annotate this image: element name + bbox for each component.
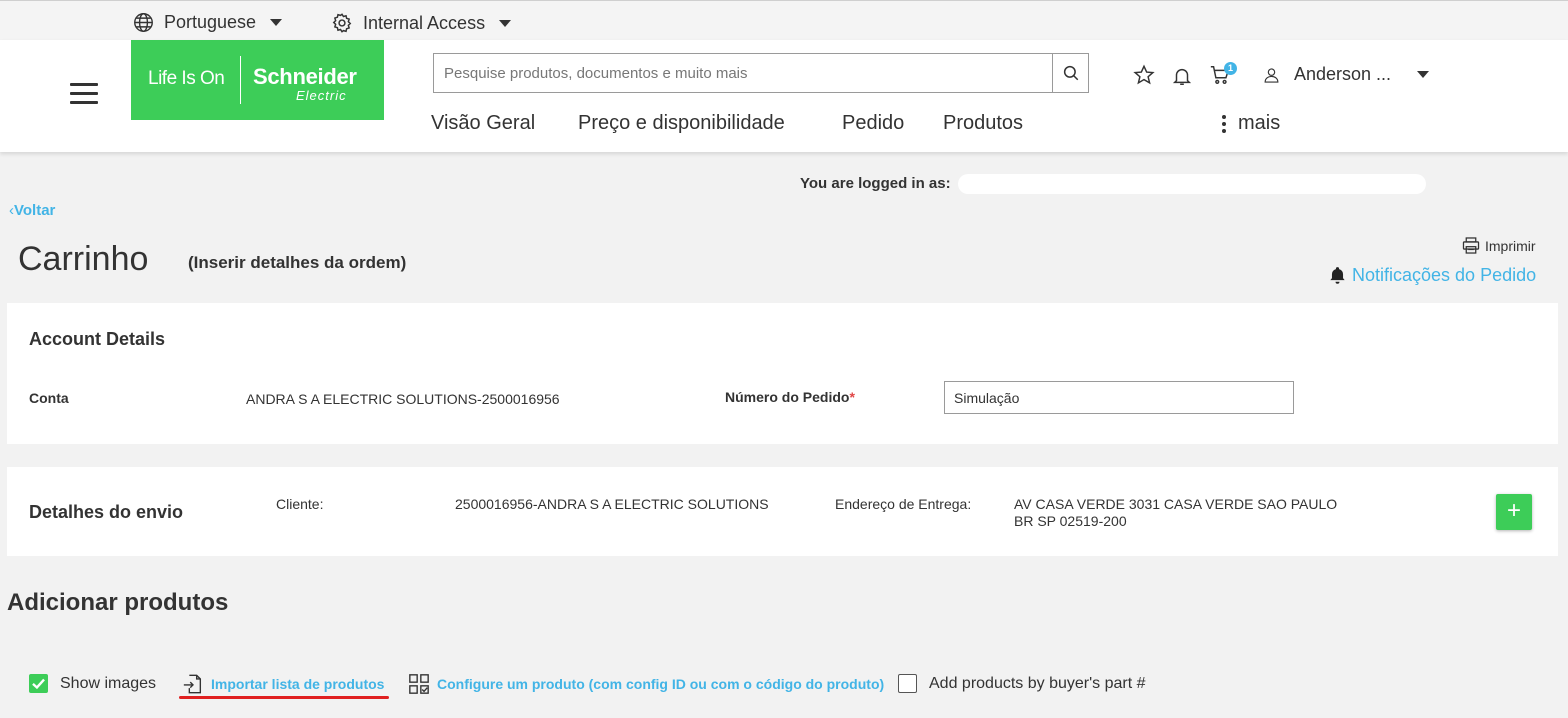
nav-pedido[interactable]: Pedido (842, 112, 904, 135)
address-line-1: AV CASA VERDE 3031 CASA VERDE SAO PAULO (1014, 496, 1338, 512)
cliente-label: Cliente: (276, 496, 324, 512)
search-input[interactable] (434, 54, 1054, 92)
print-button[interactable]: Imprimir (1461, 236, 1536, 255)
shipping-heading: Detalhes do envio (29, 502, 184, 522)
language-selector[interactable]: Portuguese (133, 12, 283, 33)
redacted-user-field (958, 174, 1426, 194)
nav-more[interactable]: mais (1222, 112, 1280, 135)
main-header: Life Is On Schneider Electric 1 Anderson… (0, 40, 1568, 152)
language-label: Portuguese (164, 12, 257, 32)
star-icon[interactable] (1133, 64, 1155, 86)
nav-produtos[interactable]: Produtos (943, 112, 1023, 135)
checkmark-icon (32, 678, 45, 690)
globe-icon (134, 13, 153, 32)
page-subtitle: (Inserir detalhes da ordem) (188, 253, 407, 272)
printer-icon (1462, 237, 1480, 254)
chevron-down-icon (270, 19, 283, 26)
bell-icon[interactable] (1171, 64, 1193, 88)
add-address-button[interactable]: + (1496, 494, 1532, 530)
access-selector[interactable]: Internal Access (331, 12, 512, 34)
nav-visao-geral[interactable]: Visão Geral (431, 112, 535, 135)
account-details-card: Account Details Conta ANDRA S A ELECTRIC… (7, 303, 1558, 444)
user-name: Anderson ... (1294, 64, 1392, 84)
logo-divider (240, 56, 241, 104)
order-number-field (944, 381, 1294, 414)
shipping-details-card: Detalhes do envio Cliente: 2500016956-AN… (7, 467, 1558, 556)
conta-value: ANDRA S A ELECTRIC SOLUTIONS-2500016956 (246, 391, 560, 407)
chevron-down-icon (499, 19, 512, 27)
hamburger-menu-icon[interactable] (70, 83, 98, 105)
notifications-label: Notificações do Pedido (1352, 264, 1537, 285)
import-file-icon[interactable] (182, 673, 204, 695)
page-title: Carrinho (18, 240, 149, 278)
logo-tagline: Life Is On (148, 68, 225, 89)
address-label: Endereço de Entrega: (835, 496, 972, 512)
conta-label: Conta (29, 390, 69, 406)
order-notifications-link[interactable]: Notificações do Pedido (1328, 264, 1536, 286)
address-line-2: BR SP 02519-200 (1014, 513, 1127, 529)
bell-filled-icon (1330, 267, 1345, 284)
print-label: Imprimir (1485, 237, 1536, 254)
account-details-heading: Account Details (29, 329, 166, 349)
buyer-part-label: Add products by buyer's part # (929, 675, 1146, 692)
search-button[interactable] (1052, 54, 1088, 92)
configure-grid-icon[interactable] (408, 673, 430, 695)
chevron-down-icon (1417, 71, 1430, 78)
gear-icon (332, 13, 352, 33)
show-images-label: Show images (60, 675, 157, 692)
back-label: Voltar (14, 202, 56, 219)
nav-preco-disponibilidade[interactable]: Preço e disponibilidade (578, 112, 785, 135)
more-vertical-icon (1222, 113, 1226, 134)
cliente-value: 2500016956-ANDRA S A ELECTRIC SOLUTIONS (455, 496, 769, 512)
access-label: Internal Access (363, 12, 486, 33)
add-products-heading: Adicionar produtos (7, 589, 229, 616)
required-mark: * (849, 389, 855, 405)
search-icon (1063, 65, 1078, 81)
back-link[interactable]: ‹Voltar (9, 202, 55, 219)
user-menu[interactable]: Anderson ... (1263, 64, 1430, 85)
configure-product-link[interactable]: Configure um produto (com config ID ou c… (437, 676, 884, 692)
user-icon (1264, 67, 1279, 83)
top-utility-bar: Portuguese Internal Access (0, 0, 1568, 40)
add-products-toolbar: Show images Importar lista de produtos C… (0, 673, 1568, 703)
buyer-part-checkbox[interactable] (898, 674, 917, 693)
logo-brand: Schneider (253, 64, 357, 89)
show-images-checkbox[interactable] (29, 674, 48, 693)
import-product-list-link[interactable]: Importar lista de produtos (211, 676, 384, 692)
search-box (433, 53, 1089, 93)
nav-more-label: mais (1238, 112, 1281, 134)
logged-in-label: You are logged in as: (800, 175, 951, 192)
highlight-underline (179, 696, 389, 699)
order-number-input[interactable] (945, 382, 1293, 413)
cart-count-badge: 1 (1224, 62, 1237, 75)
schneider-logo[interactable]: Life Is On Schneider Electric (131, 40, 384, 120)
order-number-label: Número do Pedido* (725, 389, 855, 405)
logo-sub: Electric (296, 88, 347, 103)
